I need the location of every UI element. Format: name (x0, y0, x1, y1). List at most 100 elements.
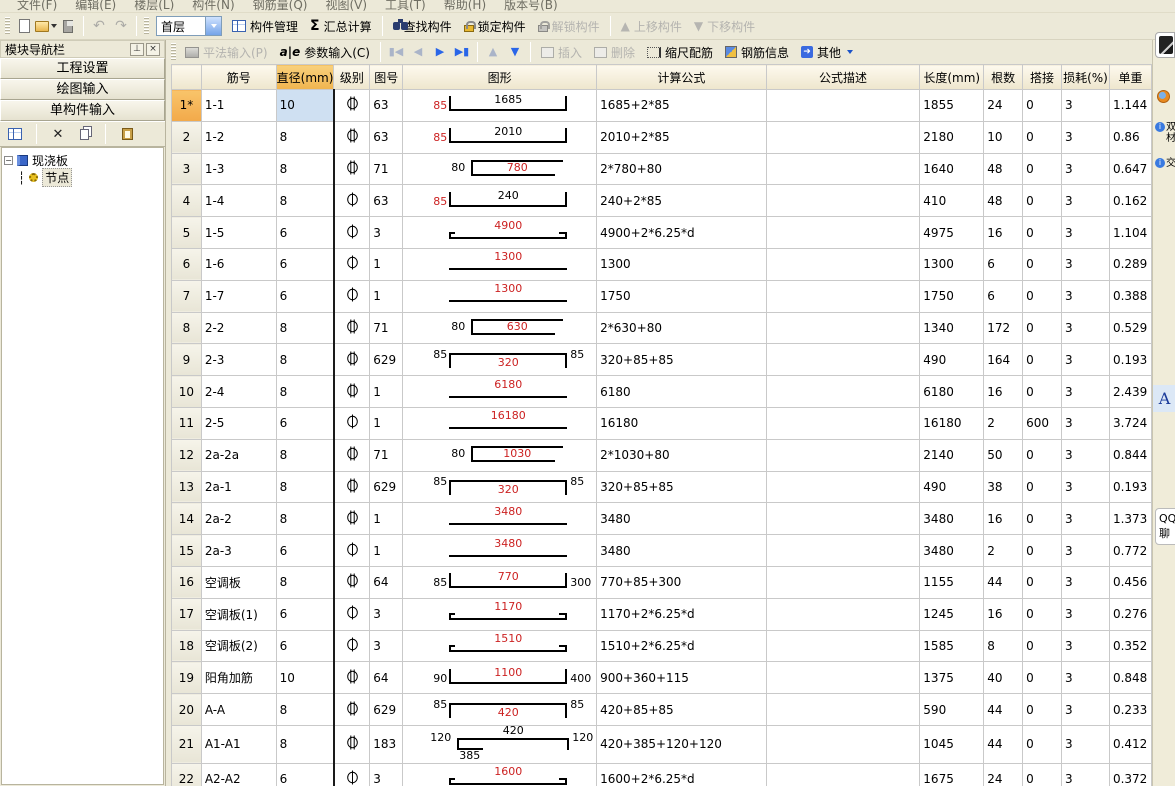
diameter-cell[interactable]: 6 (276, 407, 334, 439)
formula-desc-cell[interactable] (766, 280, 920, 312)
lap-cell[interactable]: 0 (1023, 185, 1062, 217)
bar-id-cell[interactable]: 空调板(2) (201, 630, 276, 662)
loss-cell[interactable]: 3 (1061, 280, 1109, 312)
length-cell[interactable]: 6180 (920, 376, 984, 408)
formula-cell[interactable]: 4900+2*6.25*d (597, 217, 766, 249)
column-header[interactable]: 图号 (370, 65, 403, 90)
length-cell[interactable]: 1155 (920, 566, 984, 598)
loss-cell[interactable]: 3 (1061, 248, 1109, 280)
column-header[interactable]: 筋号 (201, 65, 276, 90)
loss-cell[interactable]: 3 (1061, 630, 1109, 662)
grade-cell[interactable] (334, 407, 370, 439)
shape-cell[interactable]: 110090400 (403, 662, 597, 694)
toolbar-button-lock[interactable]: 锁定构件 (458, 15, 532, 38)
grade-cell[interactable] (334, 376, 370, 408)
count-cell[interactable]: 16 (984, 598, 1023, 630)
bar-id-cell[interactable]: 阳角加筋 (201, 662, 276, 694)
toolbar-grip[interactable] (5, 17, 10, 35)
shape-cell[interactable]: 80780 (403, 153, 597, 185)
column-header[interactable]: 长度(mm) (920, 65, 984, 90)
column-header[interactable]: 公式描述 (766, 65, 920, 90)
bar-id-cell[interactable]: 1-4 (201, 185, 276, 217)
info-item-1[interactable]: i 双材 (1155, 122, 1175, 144)
sidebar-tool-copy[interactable] (75, 125, 93, 143)
row-number-cell[interactable]: 13 (172, 471, 202, 503)
shape-cell[interactable]: 1300 (403, 280, 597, 312)
row-number-cell[interactable]: 9 (172, 344, 202, 376)
length-cell[interactable]: 1340 (920, 312, 984, 344)
loss-cell[interactable]: 3 (1061, 153, 1109, 185)
formula-cell[interactable]: 1170+2*6.25*d (597, 598, 766, 630)
length-cell[interactable]: 3480 (920, 503, 984, 535)
length-cell[interactable]: 1640 (920, 153, 984, 185)
count-cell[interactable]: 16 (984, 217, 1023, 249)
row-number-cell[interactable]: 19 (172, 662, 202, 694)
count-cell[interactable]: 172 (984, 312, 1023, 344)
bar-id-cell[interactable]: 空调板(1) (201, 598, 276, 630)
bar-id-cell[interactable]: 1-3 (201, 153, 276, 185)
diameter-cell[interactable]: 6 (276, 280, 334, 312)
formula-cell[interactable]: 1750 (597, 280, 766, 312)
formula-cell[interactable]: 420+385+120+120 (597, 725, 766, 763)
length-cell[interactable]: 1855 (920, 90, 984, 122)
menu-item[interactable]: 视图(V) (316, 0, 376, 8)
column-header[interactable]: 搭接 (1023, 65, 1062, 90)
length-cell[interactable]: 1375 (920, 662, 984, 694)
bar-id-cell[interactable]: 2-3 (201, 344, 276, 376)
bar-id-cell[interactable]: 1-2 (201, 121, 276, 153)
grade-cell[interactable] (334, 439, 370, 471)
grade-cell[interactable] (334, 566, 370, 598)
length-cell[interactable]: 2180 (920, 121, 984, 153)
toolbar-grip[interactable] (144, 17, 149, 35)
count-cell[interactable]: 44 (984, 566, 1023, 598)
formula-desc-cell[interactable] (766, 763, 920, 786)
formula-desc-cell[interactable] (766, 376, 920, 408)
row-number-cell[interactable]: 8 (172, 312, 202, 344)
formula-desc-cell[interactable] (766, 121, 920, 153)
shape-cell[interactable]: 80630 (403, 312, 597, 344)
unit-weight-cell[interactable]: 0.162 (1109, 185, 1151, 217)
grade-cell[interactable] (334, 725, 370, 763)
menu-item[interactable]: 构件(N) (183, 0, 243, 8)
count-cell[interactable]: 8 (984, 630, 1023, 662)
sidebar-tool-delete[interactable]: ✕ (49, 125, 67, 143)
bar-id-cell[interactable]: 2a-2a (201, 439, 276, 471)
formula-desc-cell[interactable] (766, 153, 920, 185)
grade-cell[interactable] (334, 344, 370, 376)
toolbar-button-component-manager[interactable]: 构件管理 (226, 15, 304, 38)
row-number-cell[interactable]: 3 (172, 153, 202, 185)
loss-cell[interactable]: 3 (1061, 376, 1109, 408)
sidebar-nav-工程设置[interactable]: 工程设置 (0, 58, 165, 79)
menu-item[interactable]: 版本号(B) (495, 0, 567, 8)
shape-cell[interactable]: 1600 (403, 763, 597, 786)
row-number-cell[interactable]: 5 (172, 217, 202, 249)
formula-desc-cell[interactable] (766, 694, 920, 726)
formula-cell[interactable]: 3480 (597, 503, 766, 535)
column-header[interactable]: 计算公式 (597, 65, 766, 90)
figure-number-cell[interactable]: 1 (370, 376, 403, 408)
shape-cell[interactable]: 6180 (403, 376, 597, 408)
unit-weight-cell[interactable]: 0.193 (1109, 344, 1151, 376)
unit-weight-cell[interactable]: 1.104 (1109, 217, 1151, 249)
row-number-header[interactable] (172, 65, 202, 90)
formula-cell[interactable]: 240+2*85 (597, 185, 766, 217)
figure-number-cell[interactable]: 3 (370, 598, 403, 630)
loss-cell[interactable]: 3 (1061, 725, 1109, 763)
shape-cell[interactable]: 24085 (403, 185, 597, 217)
row-number-cell[interactable]: 21 (172, 725, 202, 763)
count-cell[interactable]: 48 (984, 153, 1023, 185)
row-number-cell[interactable]: 6 (172, 248, 202, 280)
count-cell[interactable]: 164 (984, 344, 1023, 376)
row-number-cell[interactable]: 15 (172, 535, 202, 567)
loss-cell[interactable]: 3 (1061, 662, 1109, 694)
row-number-cell[interactable]: 12 (172, 439, 202, 471)
bar-id-cell[interactable]: 2a-1 (201, 471, 276, 503)
formula-desc-cell[interactable] (766, 503, 920, 535)
grade-cell[interactable] (334, 280, 370, 312)
lap-cell[interactable]: 0 (1023, 598, 1062, 630)
formula-cell[interactable]: 320+85+85 (597, 344, 766, 376)
photo-icon[interactable] (1155, 32, 1175, 58)
tree-root-node[interactable]: −现浇板 (4, 152, 161, 169)
lap-cell[interactable]: 0 (1023, 694, 1062, 726)
figure-number-cell[interactable]: 3 (370, 763, 403, 786)
